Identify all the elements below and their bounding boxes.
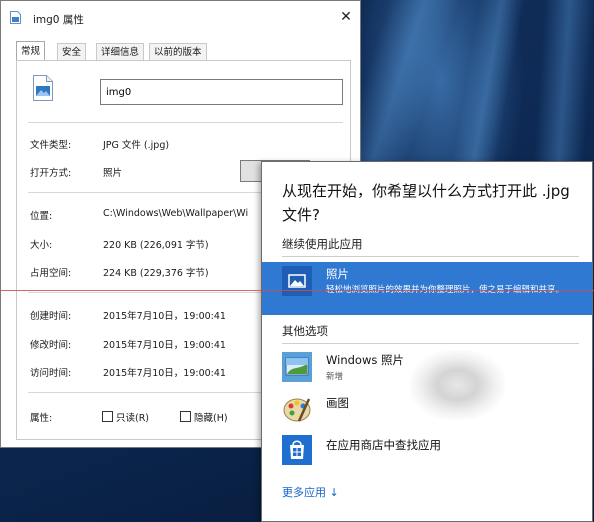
jpg-file-icon bbox=[33, 75, 53, 101]
app-badge-new: 新增 bbox=[326, 372, 344, 382]
size-value: 220 KB (226,091 字节) bbox=[103, 240, 209, 251]
open-with-label: 打开方式: bbox=[30, 168, 72, 179]
store-icon bbox=[282, 435, 312, 465]
photos-icon bbox=[282, 266, 312, 296]
title-bar[interactable]: img0 属性 ✕ bbox=[1, 1, 360, 31]
other-options-heading: 其他选项 bbox=[282, 324, 328, 338]
app-name-photos: 照片 bbox=[326, 267, 349, 281]
app-name-windows-photo-viewer: Windows 照片 bbox=[326, 353, 404, 367]
disk-size-label: 占用空间: bbox=[30, 268, 72, 279]
created-value: 2015年7月10日，19:00:41 bbox=[103, 311, 226, 322]
divider bbox=[282, 256, 579, 257]
open-with-flyout: 从现在开始，你希望以什么方式打开此 .jpg 文件? 继续使用此应用 照片 轻松… bbox=[261, 161, 593, 522]
created-label: 创建时间: bbox=[30, 311, 72, 322]
image-file-icon bbox=[10, 11, 21, 24]
disk-size-value: 224 KB (229,376 字节) bbox=[103, 268, 209, 279]
more-apps-link[interactable]: 更多应用 ↓ bbox=[282, 484, 339, 500]
attributes-label: 属性: bbox=[30, 413, 53, 424]
accessed-value: 2015年7月10日，19:00:41 bbox=[103, 368, 226, 379]
hidden-checkbox[interactable] bbox=[180, 411, 191, 422]
open-with-question: 从现在开始，你希望以什么方式打开此 .jpg 文件? bbox=[282, 182, 570, 224]
file-type-label: 文件类型: bbox=[30, 140, 72, 151]
size-label: 大小: bbox=[30, 240, 53, 251]
modified-label: 修改时间: bbox=[30, 340, 72, 351]
open-with-value: 照片 bbox=[103, 168, 123, 179]
windows-photo-viewer-icon bbox=[282, 352, 312, 382]
readonly-checkbox[interactable] bbox=[102, 411, 113, 422]
location-value: C:\Windows\Web\Wallpaper\Wi bbox=[103, 208, 249, 219]
tab-details[interactable]: 详细信息 bbox=[96, 43, 145, 61]
file-name-field[interactable] bbox=[100, 79, 343, 105]
file-type-value: JPG 文件 (.jpg) bbox=[103, 140, 170, 151]
paint-icon bbox=[283, 398, 311, 422]
red-guide-line bbox=[0, 290, 594, 291]
window-title: img0 属性 bbox=[33, 14, 84, 26]
tab-general[interactable]: 常规 bbox=[16, 41, 46, 61]
accessed-label: 访问时间: bbox=[30, 368, 72, 379]
tab-previous-versions[interactable]: 以前的版本 bbox=[149, 43, 207, 61]
watermark bbox=[410, 350, 505, 420]
keep-using-heading: 继续使用此应用 bbox=[282, 237, 363, 251]
divider bbox=[28, 122, 343, 123]
tab-security[interactable]: 安全 bbox=[57, 43, 87, 61]
divider bbox=[282, 343, 579, 344]
location-label: 位置: bbox=[30, 211, 53, 222]
app-name-store: 在应用商店中查找应用 bbox=[326, 438, 441, 452]
modified-value: 2015年7月10日，19:00:41 bbox=[103, 340, 226, 351]
hidden-label: 隐藏(H) bbox=[194, 413, 228, 424]
app-name-paint: 画图 bbox=[326, 396, 349, 410]
readonly-label: 只读(R) bbox=[116, 413, 150, 424]
close-button[interactable]: ✕ bbox=[334, 7, 358, 27]
